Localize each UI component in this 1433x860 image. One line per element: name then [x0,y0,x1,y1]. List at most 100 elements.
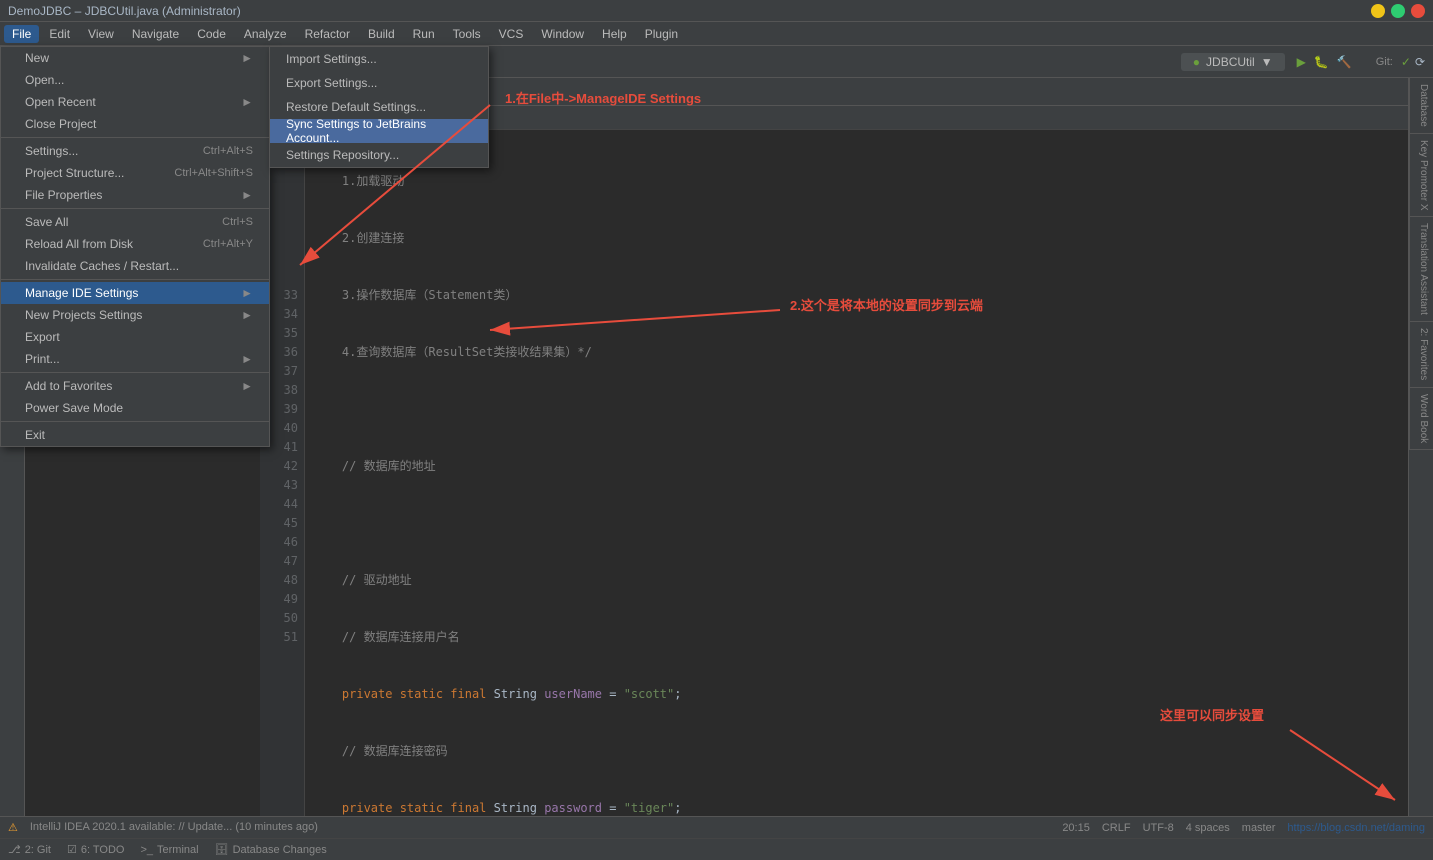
settings-shortcut: Ctrl+Alt+S [203,145,253,157]
menu-item-print[interactable]: Print... ► [1,348,269,370]
menu-item-save-all[interactable]: Save All Ctrl+S [1,211,269,233]
todo-icon: ☑ [67,843,77,856]
maximize-button[interactable] [1391,4,1405,18]
separator-3 [1,279,269,280]
manage-ide-label: Manage IDE Settings [25,286,138,300]
menu-tools[interactable]: Tools [445,25,489,43]
separator-1 [1,137,269,138]
menu-item-open[interactable]: Open... [1,69,269,91]
menu-file[interactable]: File [4,25,39,43]
dropdown-arrow-icon: ▼ [1261,55,1273,69]
menu-navigate[interactable]: Navigate [124,25,187,43]
menu-item-manage-ide[interactable]: Manage IDE Settings ► [1,282,269,304]
menu-analyze[interactable]: Analyze [236,25,295,43]
submenu-item-repo[interactable]: Settings Repository... [270,143,488,167]
git-panel-btn[interactable]: ⎇ 2: Git [8,843,51,856]
menu-item-power-save[interactable]: Power Save Mode [1,397,269,419]
user-link[interactable]: https://blog.csdn.net/daming [1287,822,1425,834]
code-content[interactable]: 1.加载驱动 2.创建连接 3.操作数据库（Statement类） 4.查询数据… [305,130,1408,816]
right-tab-key-promoter[interactable]: Key Promoter X [1409,134,1433,218]
menu-code[interactable]: Code [189,25,234,43]
db-icon: 🗄 [215,843,229,856]
menu-item-new[interactable]: New ► [1,47,269,69]
open-recent-label: Open Recent [25,95,96,109]
menu-item-reload[interactable]: Reload All from Disk Ctrl+Alt+Y [1,233,269,255]
separator-5 [1,421,269,422]
menu-item-open-recent[interactable]: Open Recent ► [1,91,269,113]
menu-item-settings[interactable]: Settings... Ctrl+Alt+S [1,140,269,162]
file-menu-dropdown: New ► Open... Open Recent ► Close Projec… [0,46,270,447]
menu-item-project-structure[interactable]: Project Structure... Ctrl+Alt+Shift+S [1,162,269,184]
menu-item-exit[interactable]: Exit [1,424,269,446]
menu-item-add-favorites[interactable]: Add to Favorites ► [1,375,269,397]
minimize-button[interactable] [1371,4,1385,18]
menu-build[interactable]: Build [360,25,403,43]
right-tab-translation[interactable]: Translation Assistant [1409,217,1433,322]
terminal-icon: >_ [140,844,153,856]
reload-shortcut: Ctrl+Alt+Y [203,238,253,250]
title-bar: DemoJDBC – JDBCUtil.java (Administrator) [0,0,1433,22]
submenu-item-restore[interactable]: Restore Default Settings... [270,95,488,119]
new-projects-arrow-icon: ► [241,308,253,322]
close-project-label: Close Project [25,117,96,131]
code-editor: 33 34 35 36 37 38 39 40 41 42 43 44 45 4… [260,130,1408,816]
export-label: Export [25,330,60,344]
project-selector[interactable]: ● JDBCUtil ▼ [1181,53,1285,71]
menu-vcs[interactable]: VCS [491,25,532,43]
sync-settings-label: Sync Settings to JetBrains Account... [286,117,472,145]
separator-4 [1,372,269,373]
reload-label: Reload All from Disk [25,237,133,251]
add-favorites-arrow-icon: ► [241,379,253,393]
menu-view[interactable]: View [80,25,122,43]
right-tab-database[interactable]: Database [1409,78,1433,134]
print-arrow-icon: ► [241,352,253,366]
git-merge-icon[interactable]: ⟳ [1415,55,1425,69]
menu-run[interactable]: Run [405,25,443,43]
menu-refactor[interactable]: Refactor [297,25,358,43]
debug-icon[interactable]: 🐛 [1314,55,1329,69]
indent[interactable]: 4 spaces [1186,822,1230,834]
menu-edit[interactable]: Edit [41,25,78,43]
submenu-item-import[interactable]: Import Settings... [270,47,488,71]
todo-panel-btn[interactable]: ☑ 6: TODO [67,843,124,856]
status-right: 20:15 CRLF UTF-8 4 spaces master https:/… [1062,822,1425,834]
submenu-item-export[interactable]: Export Settings... [270,71,488,95]
db-changes-panel-btn[interactable]: 🗄 Database Changes [215,843,327,856]
bottom-bar: ⎇ 2: Git ☑ 6: TODO >_ Terminal 🗄 Databas… [0,838,1433,860]
git-icon: ⎇ [8,843,21,856]
git-checkmark-icon[interactable]: ✓ [1401,55,1411,69]
export-settings-label: Export Settings... [286,76,377,90]
terminal-panel-btn[interactable]: >_ Terminal [140,844,198,856]
build-icon[interactable]: 🔨 [1337,55,1352,69]
code-line: 2.创建连接 [313,229,1400,248]
new-arrow-icon: ► [241,51,253,65]
git-label-bottom: 2: Git [25,844,51,856]
right-tab-word-book[interactable]: Word Book [1409,388,1433,450]
menu-item-export[interactable]: Export [1,326,269,348]
right-tab-favorites[interactable]: 2: Favorites [1409,322,1433,387]
menu-item-new-projects[interactable]: New Projects Settings ► [1,304,269,326]
position-display: 20:15 [1062,822,1090,834]
menu-window[interactable]: Window [533,25,592,43]
exit-label: Exit [25,428,45,442]
menu-item-invalidate[interactable]: Invalidate Caches / Restart... [1,255,269,277]
submenu-item-sync[interactable]: Sync Settings to JetBrains Account... [270,119,488,143]
file-properties-arrow-icon: ► [241,188,253,202]
terminal-label: Terminal [157,844,199,856]
menu-item-close-project[interactable]: Close Project [1,113,269,135]
line-ending[interactable]: CRLF [1102,822,1131,834]
code-line: // 数据库连接用户名 [313,628,1400,647]
encoding[interactable]: UTF-8 [1143,822,1174,834]
code-line: private static final String password = "… [313,799,1400,816]
project-structure-shortcut: Ctrl+Alt+Shift+S [174,167,253,179]
close-button[interactable] [1411,4,1425,18]
menu-item-file-properties[interactable]: File Properties ► [1,184,269,206]
status-bar: ⚠ IntelliJ IDEA 2020.1 available: // Upd… [0,816,1433,838]
menu-plugin[interactable]: Plugin [637,25,686,43]
title-text: DemoJDBC – JDBCUtil.java (Administrator) [8,4,241,18]
open-label: Open... [25,73,64,87]
run-icon[interactable]: ▶ [1297,55,1306,69]
code-line: // 驱动地址 [313,571,1400,590]
menu-help[interactable]: Help [594,25,635,43]
power-save-label: Power Save Mode [25,401,123,415]
